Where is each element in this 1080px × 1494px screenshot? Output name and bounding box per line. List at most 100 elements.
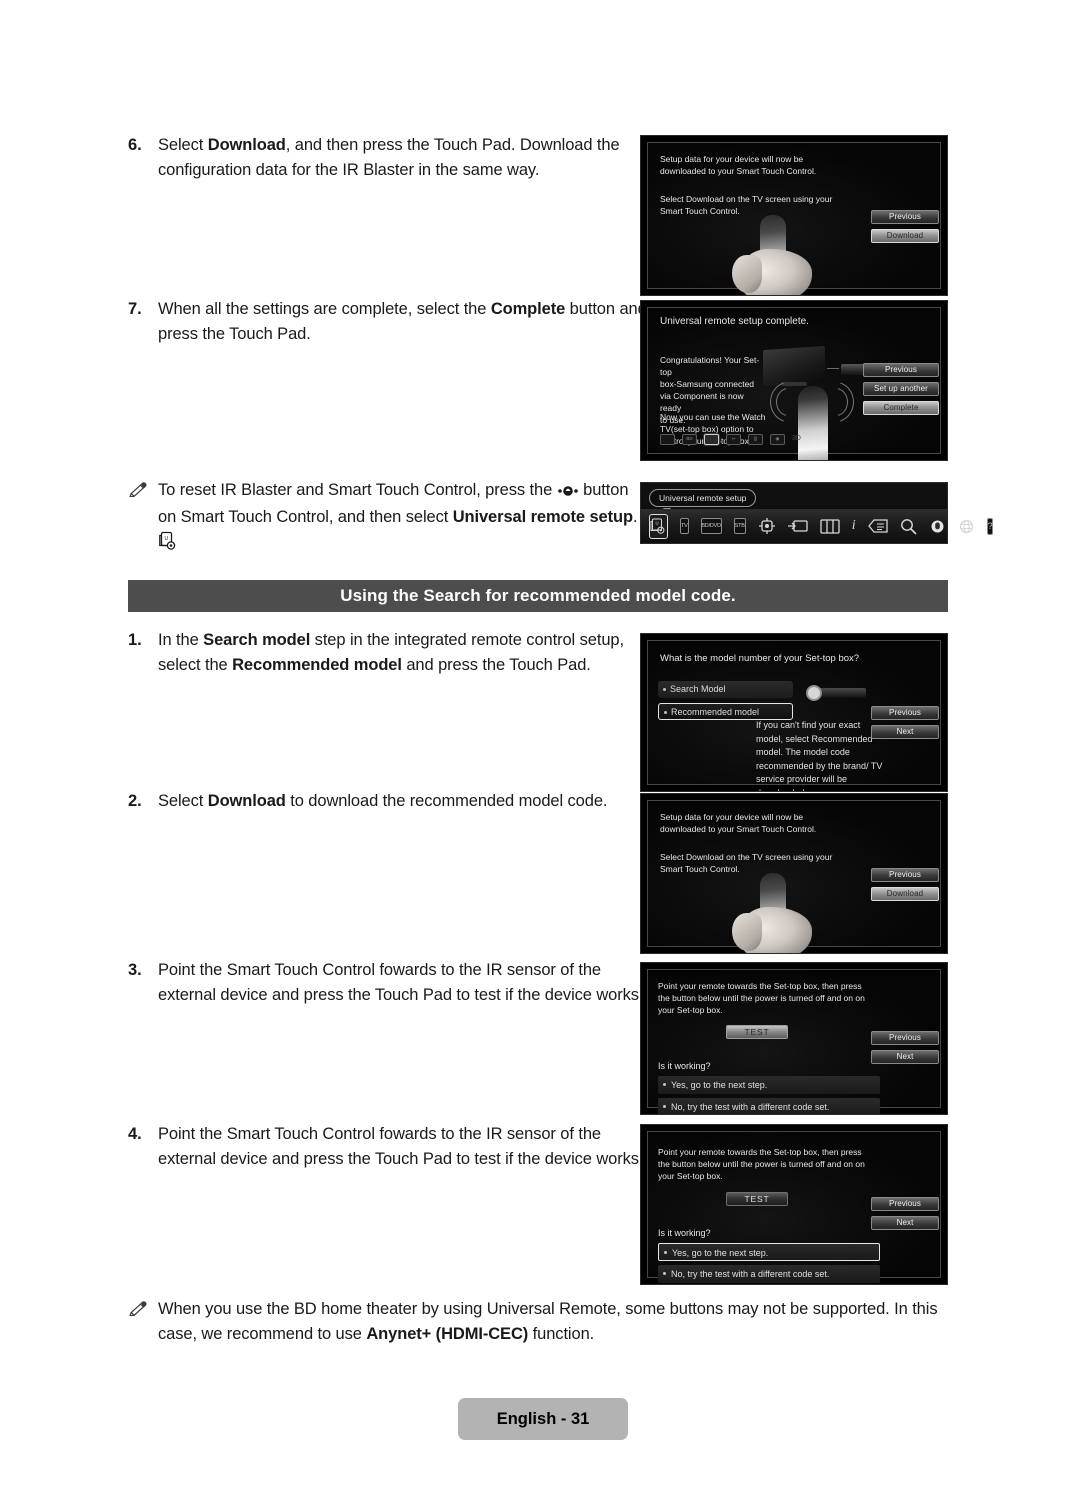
- step-1-bold-search-model: Search model: [203, 631, 311, 649]
- smart-touch-control-illustration: [798, 386, 828, 460]
- step-4-number: 4.: [128, 1125, 142, 1143]
- download1-line2: downloaded to your Smart Touch Control.: [660, 166, 817, 176]
- next-button[interactable]: Next: [871, 1050, 939, 1064]
- step-2-number: 2.: [128, 792, 142, 810]
- note1-part3: .: [633, 508, 638, 526]
- step-7-number: 7.: [128, 300, 142, 318]
- search-model-question: What is the model number of your Set-top…: [660, 653, 860, 664]
- next-button[interactable]: Next: [871, 1216, 939, 1230]
- download2-button-column: Previous Download: [871, 868, 939, 906]
- source-icon[interactable]: [787, 518, 808, 534]
- screenshot-download-2: Setup data for your device will now be d…: [640, 793, 948, 954]
- step-3: 3. Point the Smart Touch Control fowards…: [128, 958, 648, 1008]
- step-1-number: 1.: [128, 631, 142, 649]
- note2-bold-anynet: Anynet+ (HDMI-CEC): [366, 1325, 529, 1343]
- tooltip-universal-remote-setup: Universal remote setup: [649, 489, 757, 507]
- previous-button[interactable]: Previous: [863, 363, 939, 377]
- step-1-text: In the Search model step in the integrat…: [158, 628, 648, 678]
- screenshot-test-1: Point your remote towards the Set-top bo…: [640, 962, 948, 1115]
- step-7-bold-complete: Complete: [490, 300, 566, 318]
- step-2: 2. Select Download to download the recom…: [128, 789, 648, 814]
- manual-page: 6. Select Download, and then press the T…: [0, 0, 1080, 1494]
- previous-button[interactable]: Previous: [871, 210, 939, 224]
- radio-dot-selected: [664, 711, 667, 714]
- set-top-box-icon[interactable]: [704, 433, 719, 445]
- universal-remote-setup-icon: U: [158, 531, 178, 559]
- answer-no[interactable]: No, try the test with a different code s…: [658, 1265, 880, 1283]
- tv-icon[interactable]: TV: [680, 518, 689, 534]
- answer-yes[interactable]: Yes, go to the next step.: [658, 1076, 880, 1094]
- test2-line3: your Set-top box.: [658, 1171, 723, 1181]
- screenshot-download-1: Setup data for your device will now be d…: [640, 135, 948, 296]
- test1-line3: your Set-top box.: [658, 1005, 723, 1015]
- set-up-another-button[interactable]: Set up another: [863, 382, 939, 396]
- note2-part2: function.: [528, 1325, 595, 1343]
- previous-button[interactable]: Previous: [871, 1031, 939, 1045]
- search-icon[interactable]: [900, 518, 917, 535]
- opt-recommended-model-label: Recommended model: [671, 707, 760, 717]
- svg-text:U: U: [165, 536, 169, 542]
- test-button[interactable]: TEST: [726, 1025, 788, 1039]
- step-2-bold-download: Download: [207, 792, 286, 810]
- smart-hub-icon[interactable]: [758, 517, 776, 535]
- hand-holding-remote-illustration: [732, 215, 852, 295]
- web-browser-icon[interactable]: [958, 518, 975, 535]
- step-6-part1: Select: [158, 136, 208, 154]
- stb-icon[interactable]: STB: [733, 518, 746, 534]
- complete-button[interactable]: Complete: [863, 401, 939, 415]
- test2-line1: Point your remote towards the Set-top bo…: [658, 1147, 862, 1157]
- bd-dvd-icon[interactable]: BD: [682, 433, 697, 445]
- answer-no[interactable]: No, try the test with a different code s…: [658, 1098, 880, 1114]
- note1-bold-universal-remote-setup: Universal remote setup: [452, 508, 633, 526]
- complete-button-column: Previous Set up another Complete: [863, 363, 939, 420]
- info-icon[interactable]: i: [852, 518, 856, 534]
- screenshot-search-model: What is the model number of your Set-top…: [640, 633, 948, 792]
- set-top-box-illustration: [806, 685, 866, 701]
- source-input-icon[interactable]: ↤: [726, 433, 741, 445]
- step-2-part2: to download the recommended model code.: [285, 792, 608, 810]
- complete-line5: Now you can use the Watch: [660, 412, 766, 422]
- previous-button[interactable]: Previous: [871, 1197, 939, 1211]
- complete-title: Universal remote setup complete.: [660, 316, 809, 327]
- source-icon-0[interactable]: [660, 433, 675, 445]
- pencil-note-icon-2: [128, 1297, 158, 1347]
- note-bd-home-theater: When you use the BD home theater by usin…: [128, 1297, 958, 1347]
- test1-line2: the button below until the power is turn…: [658, 993, 865, 1003]
- search-model-option-recommended[interactable]: Recommended model: [658, 703, 793, 720]
- guide-icon[interactable]: [867, 518, 888, 534]
- download-button[interactable]: Download: [871, 887, 939, 901]
- previous-button[interactable]: Previous: [871, 868, 939, 882]
- test1-question: Is it working?: [658, 1061, 711, 1071]
- radio-dot-selected: [664, 1251, 667, 1254]
- answer-yes-label: Yes, go to the next step.: [672, 1248, 769, 1258]
- test-button[interactable]: TEST: [726, 1192, 788, 1206]
- universal-remote-setup-icon[interactable]: U: [649, 513, 668, 539]
- channel-list-icon[interactable]: [820, 518, 840, 534]
- search-model-option-search[interactable]: Search Model: [658, 681, 793, 698]
- answer-yes[interactable]: Yes, go to the next step.: [658, 1243, 880, 1261]
- recording-icon[interactable]: ◉: [770, 433, 785, 445]
- next-button[interactable]: Next: [871, 725, 939, 739]
- bd-dvd-icon[interactable]: BD/DVD: [700, 518, 722, 534]
- step-4: 4. Point the Smart Touch Control fowards…: [128, 1122, 648, 1172]
- download2-line2: downloaded to your Smart Touch Control.: [660, 824, 817, 834]
- download-button[interactable]: Download: [871, 229, 939, 243]
- section-header-search-recommended: Using the Search for recommended model c…: [128, 580, 948, 612]
- step-7-text: When all the settings are complete, sele…: [158, 297, 648, 347]
- step-2-part1: Select: [158, 792, 208, 810]
- download1-button-column: Previous Download: [871, 210, 939, 248]
- help-icon[interactable]: ?: [986, 517, 994, 535]
- download2-line3: Select Download on the TV screen using y…: [660, 852, 833, 862]
- screenshot-universal-remote-menubar: Universal remote setup U TV BD/DVD STB i…: [640, 482, 994, 544]
- previous-button[interactable]: Previous: [871, 706, 939, 720]
- test2-button-column: Previous Next: [871, 1197, 939, 1235]
- step-7: 7. When all the settings are complete, s…: [128, 297, 648, 347]
- complete-line2: box-Samsung connected: [660, 379, 755, 389]
- radio-dot: [663, 1083, 666, 1086]
- voice-icon[interactable]: [929, 518, 946, 535]
- note-bd-text: When you use the BD home theater by usin…: [158, 1297, 958, 1347]
- note-reset-text: To reset IR Blaster and Smart Touch Cont…: [158, 478, 648, 559]
- download2-line1: Setup data for your device will now be: [660, 812, 804, 822]
- channel-list-icon[interactable]: |||: [748, 433, 763, 445]
- search-model-button-column: Previous Next: [871, 706, 939, 744]
